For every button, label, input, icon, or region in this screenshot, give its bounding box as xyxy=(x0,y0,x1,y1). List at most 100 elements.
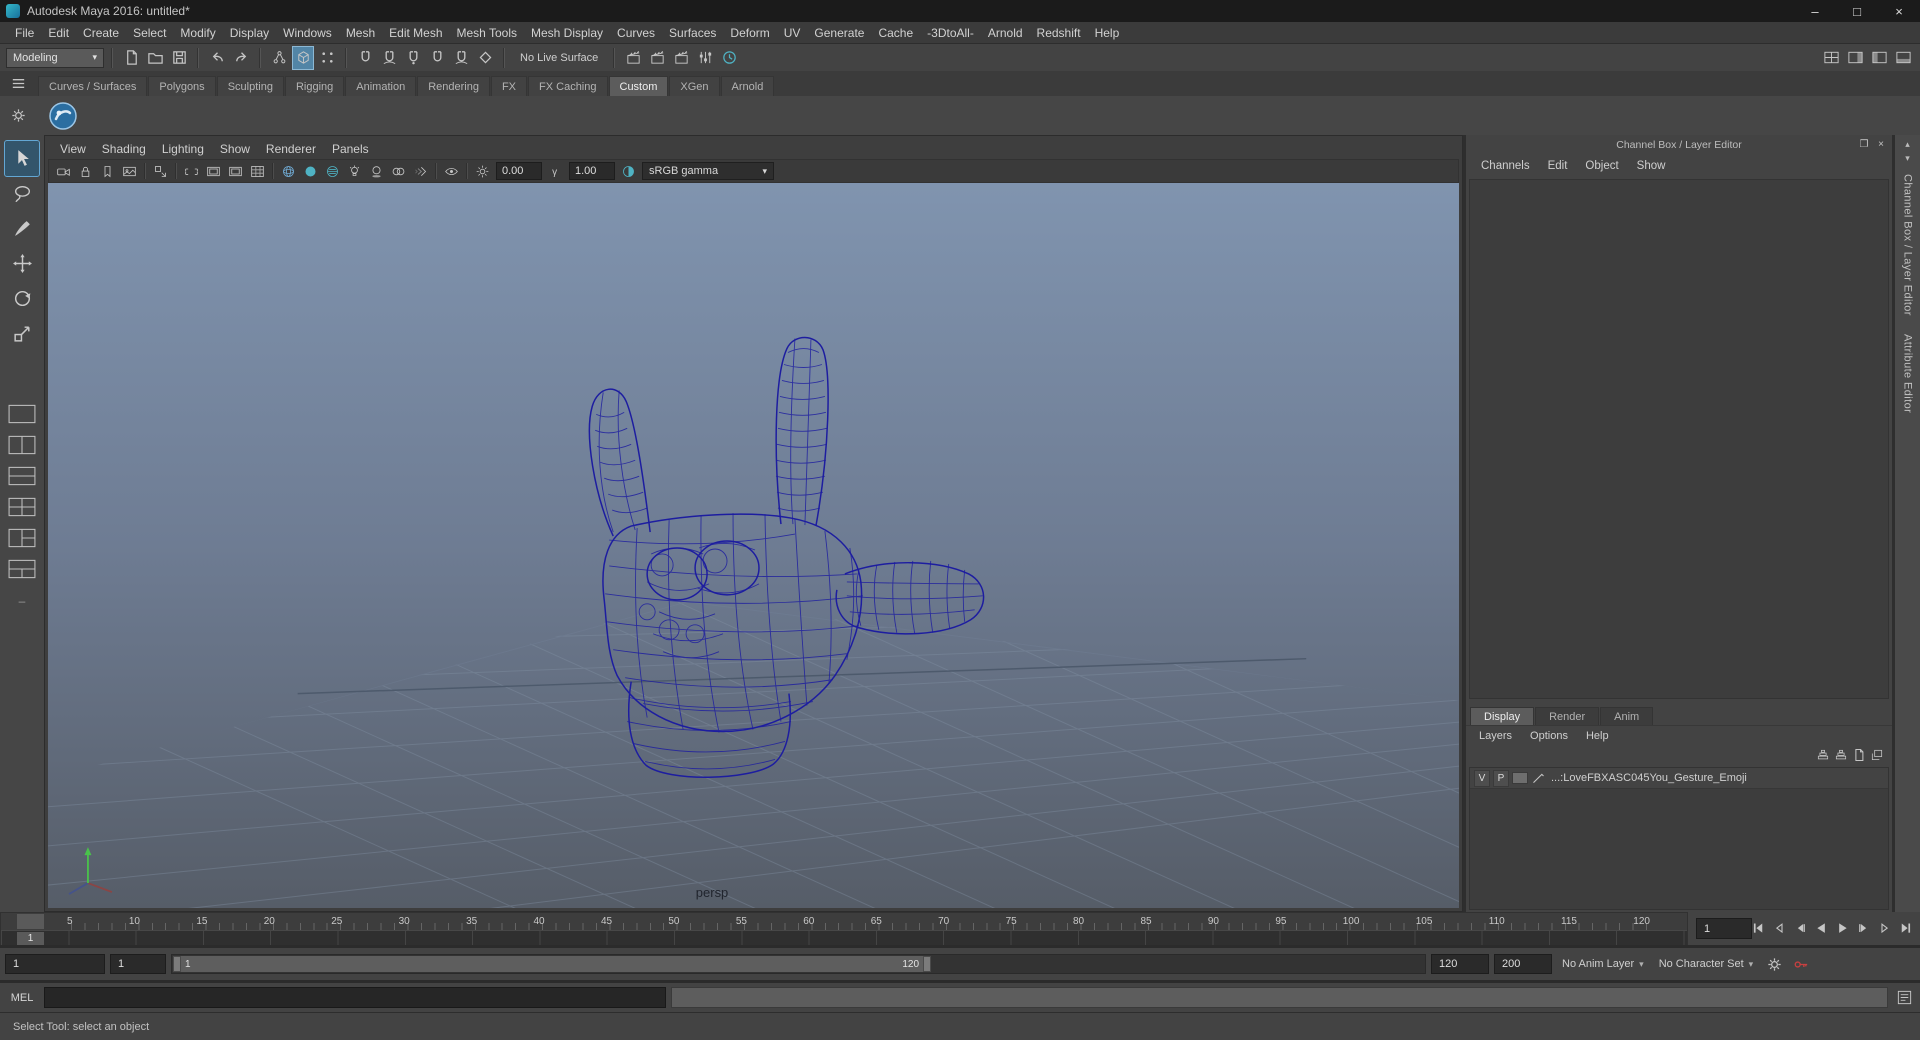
layer-playback-toggle[interactable]: P xyxy=(1493,769,1509,787)
shelf-tab-curves-surfaces[interactable]: Curves / Surfaces xyxy=(38,76,148,96)
panel-menu-shading[interactable]: Shading xyxy=(94,142,154,156)
wireframe-display-icon[interactable] xyxy=(278,161,299,182)
animation-end-field[interactable]: 200 xyxy=(1494,954,1552,974)
panel-menu-show[interactable]: Show xyxy=(212,142,258,156)
panel-menu-renderer[interactable]: Renderer xyxy=(258,142,324,156)
options-menu[interactable]: Options xyxy=(1521,730,1577,742)
step-forward-key-button[interactable] xyxy=(1874,918,1894,939)
layout-three-pane-left-button[interactable] xyxy=(7,527,37,549)
edit-menu[interactable]: Edit xyxy=(1539,160,1577,172)
layout-three-pane-top-button[interactable] xyxy=(7,558,37,580)
close-button[interactable]: × xyxy=(1878,0,1920,22)
menu-mesh-display[interactable]: Mesh Display xyxy=(524,26,610,40)
menu-set-selector[interactable]: Modeling ▾ xyxy=(6,47,104,68)
make-live-icon[interactable] xyxy=(474,46,496,70)
render-view-icon[interactable] xyxy=(622,46,644,70)
film-gate-icon[interactable] xyxy=(181,161,202,182)
shelf-tab-fx-caching[interactable]: FX Caching xyxy=(528,76,608,96)
time-slider-track[interactable]: 5 10 15 20 25 30 35 40 45 50 55 60 65 70… xyxy=(0,912,1688,945)
shelf-tab-arnold[interactable]: Arnold xyxy=(720,76,775,96)
strip-scroll-up-icon[interactable]: ▴ xyxy=(1899,137,1917,151)
tab-channel-box-layer-editor[interactable]: Channel Box / Layer Editor xyxy=(1902,165,1914,325)
layer-color-swatch[interactable] xyxy=(1512,772,1528,784)
panel-menu-view[interactable]: View xyxy=(52,142,94,156)
range-end-handle[interactable] xyxy=(923,956,932,972)
custom-shelf-item-icon[interactable] xyxy=(48,101,78,131)
menu-curves[interactable]: Curves xyxy=(610,26,662,40)
field-chart-icon[interactable] xyxy=(247,161,268,182)
play-forwards-button[interactable] xyxy=(1832,918,1852,939)
float-panel-icon[interactable]: ❐ xyxy=(1857,137,1871,151)
viewport-canvas[interactable]: persp xyxy=(48,183,1459,908)
menu-cache[interactable]: Cache xyxy=(871,26,920,40)
shelf-tab-custom[interactable]: Custom xyxy=(608,76,669,96)
shelf-tab-rendering[interactable]: Rendering xyxy=(417,76,490,96)
panel-menu-panels[interactable]: Panels xyxy=(324,142,377,156)
close-panel-icon[interactable]: × xyxy=(1874,137,1888,151)
tab-display[interactable]: Display xyxy=(1470,707,1535,725)
tab-attribute-editor[interactable]: Attribute Editor xyxy=(1902,325,1914,422)
shelf-tab-xgen[interactable]: XGen xyxy=(669,76,720,96)
play-backwards-button[interactable] xyxy=(1811,918,1831,939)
menu-surfaces[interactable]: Surfaces xyxy=(662,26,723,40)
create-layer-from-selected-icon[interactable] xyxy=(1870,748,1884,762)
maximize-button[interactable]: □ xyxy=(1836,0,1878,22)
resolution-gate-icon[interactable] xyxy=(203,161,224,182)
view-transform-select[interactable]: sRGB gamma ▾ xyxy=(642,162,774,180)
select-camera-icon[interactable] xyxy=(53,161,74,182)
menu-edit[interactable]: Edit xyxy=(41,26,76,40)
playback-end-field[interactable]: 120 xyxy=(1431,954,1489,974)
layer-row[interactable]: V P ...:LoveFBXASC045You_Gesture_Emoji xyxy=(1470,768,1888,789)
channel-list-area[interactable] xyxy=(1469,179,1889,699)
menu-mesh-tools[interactable]: Mesh Tools xyxy=(450,26,524,40)
layout-two-pane-side-button[interactable] xyxy=(7,434,37,456)
select-component-icon[interactable] xyxy=(316,46,338,70)
current-frame-field[interactable]: 1 xyxy=(1696,918,1752,939)
shelf-tab-sculpting[interactable]: Sculpting xyxy=(216,76,284,96)
menu-uv[interactable]: UV xyxy=(777,26,808,40)
strip-scroll-down-icon[interactable]: ▾ xyxy=(1899,151,1917,165)
gamma-field[interactable]: 1.00 xyxy=(569,162,615,180)
quick-render-icon[interactable] xyxy=(646,46,668,70)
command-language-toggle[interactable]: MEL xyxy=(5,992,39,1004)
layer-name[interactable]: ...:LoveFBXASC045You_Gesture_Emoji xyxy=(1551,772,1747,784)
layout-single-pane-button[interactable] xyxy=(7,403,37,425)
range-start-handle[interactable] xyxy=(173,956,181,972)
menu-help[interactable]: Help xyxy=(1088,26,1127,40)
construction-history-icon[interactable] xyxy=(718,46,740,70)
bookmark-icon[interactable] xyxy=(97,161,118,182)
shadows-icon[interactable] xyxy=(366,161,387,182)
toolbox-collapse-handle[interactable]: – xyxy=(19,594,26,608)
step-back-key-button[interactable] xyxy=(1769,918,1789,939)
render-settings-icon[interactable] xyxy=(694,46,716,70)
select-tool-button[interactable] xyxy=(4,140,40,177)
textured-display-icon[interactable] xyxy=(322,161,343,182)
save-scene-icon[interactable] xyxy=(168,46,190,70)
layout-four-pane-button[interactable] xyxy=(7,496,37,518)
image-plane-icon[interactable] xyxy=(119,161,140,182)
command-result-field[interactable] xyxy=(671,987,1888,1008)
anim-layer-dropdown[interactable]: No Anim Layer ▾ xyxy=(1557,954,1649,974)
object-menu[interactable]: Object xyxy=(1576,160,1627,172)
menu-file[interactable]: File xyxy=(8,26,41,40)
playback-range-bar[interactable]: 1 120 xyxy=(173,956,932,972)
animation-preferences-icon[interactable] xyxy=(1763,953,1785,975)
menu-modify[interactable]: Modify xyxy=(173,26,222,40)
shelf-tab-fx[interactable]: FX xyxy=(490,76,528,96)
paint-select-tool-button[interactable] xyxy=(5,211,39,246)
scale-tool-button[interactable] xyxy=(5,316,39,351)
menu-arnold[interactable]: Arnold xyxy=(981,26,1030,40)
use-all-lights-icon[interactable] xyxy=(344,161,365,182)
tab-anim[interactable]: Anim xyxy=(1600,707,1654,725)
menu-select[interactable]: Select xyxy=(126,26,173,40)
playhead[interactable]: 1 xyxy=(17,932,44,945)
exposure-field[interactable]: 0.00 xyxy=(496,162,542,180)
move-layer-up-icon[interactable] xyxy=(1834,748,1848,762)
lock-camera-icon[interactable] xyxy=(75,161,96,182)
layer-display-type-icon[interactable] xyxy=(1531,771,1546,786)
isolate-select-icon[interactable] xyxy=(441,161,462,182)
menu-deform[interactable]: Deform xyxy=(723,26,776,40)
sidebar-tool-settings-icon[interactable] xyxy=(1868,46,1890,70)
ipr-render-icon[interactable] xyxy=(670,46,692,70)
menu-create[interactable]: Create xyxy=(76,26,126,40)
